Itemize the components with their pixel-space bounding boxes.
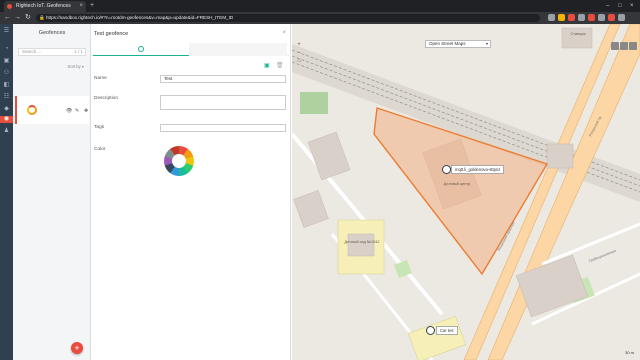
- tab-close-icon[interactable]: ×: [79, 1, 83, 12]
- url-text: https://sandbox.rightech.io/#?n=rootdm-g…: [46, 15, 234, 20]
- map-layer-value: Open Street Maps: [429, 41, 466, 46]
- panel-title: Geofences: [38, 30, 66, 36]
- dashboard-icon[interactable]: ◔: [3, 46, 10, 53]
- extension-icon[interactable]: [578, 14, 585, 21]
- station-label: Станция: [570, 32, 586, 36]
- minimize-icon[interactable]: –: [606, 0, 609, 12]
- name-input[interactable]: Test: [160, 75, 286, 83]
- map-toolbar: [611, 42, 637, 50]
- extension-icon[interactable]: [618, 14, 625, 21]
- geofences-panel: Geofences Search ... 1 / 1 Sort by ▾ 👁 ✎…: [13, 24, 91, 360]
- car-marker-label: Car tes: [436, 326, 458, 335]
- map-canvas: [292, 24, 640, 360]
- result-count: 1 / 1: [74, 49, 83, 54]
- extension-icon[interactable]: [598, 14, 605, 21]
- zoom-in-button[interactable]: +: [295, 41, 303, 49]
- add-geofence-button[interactable]: +: [71, 342, 83, 354]
- building: [307, 131, 351, 181]
- tab-title: Rightech IoT. Geofences: [16, 3, 71, 9]
- form-tabs: [91, 43, 291, 56]
- sort-dropdown[interactable]: Sort by ▾: [67, 64, 84, 69]
- building: [408, 316, 466, 360]
- description-label: Description: [94, 96, 118, 101]
- handlers-icon[interactable]: ☷: [3, 94, 10, 101]
- tags-label: Tags: [94, 125, 105, 130]
- back-icon[interactable]: ←: [4, 12, 11, 24]
- reload-icon[interactable]: ↻: [25, 12, 31, 24]
- description-textarea[interactable]: [160, 95, 286, 110]
- extension-icon[interactable]: [608, 14, 615, 21]
- lock-icon: 🔒: [39, 15, 45, 20]
- window-close-icon[interactable]: ×: [630, 0, 634, 12]
- zoom-out-button[interactable]: −: [295, 49, 303, 57]
- tab-general[interactable]: [93, 43, 189, 56]
- menu-icon[interactable]: ☰: [3, 28, 10, 35]
- edit-icon[interactable]: ✎: [75, 108, 79, 114]
- tags-input[interactable]: [160, 124, 286, 132]
- users-icon[interactable]: ♟: [3, 128, 10, 135]
- building: [347, 233, 375, 257]
- visibility-icon[interactable]: 👁: [66, 108, 72, 114]
- objects-icon[interactable]: ▣: [3, 58, 10, 65]
- zoom-reset-button[interactable]: ⌂: [295, 57, 303, 65]
- tags-icon[interactable]: ◆: [3, 106, 10, 113]
- browser-toolbar: ← → ↻ 🔒 https://sandbox.rightech.io/#?n=…: [0, 12, 640, 24]
- form-close-icon[interactable]: ×: [282, 30, 286, 36]
- geofence-color-icon: [27, 105, 37, 115]
- geofence-list-item[interactable]: 👁 ✎ ✥: [15, 96, 89, 124]
- search-input[interactable]: Search ... 1 / 1: [18, 48, 86, 56]
- color-picker-wheel[interactable]: [164, 146, 194, 176]
- tab-secondary[interactable]: [189, 43, 287, 56]
- maximize-icon[interactable]: □: [618, 0, 622, 12]
- extension-icon[interactable]: [568, 14, 575, 21]
- car-marker[interactable]: [426, 326, 435, 335]
- browser-tab[interactable]: Rightech IoT. Geofences ×: [4, 1, 86, 12]
- ruler-icon[interactable]: [629, 42, 637, 50]
- color-picker-center: [172, 154, 186, 168]
- extension-icon[interactable]: [588, 14, 595, 21]
- building: [561, 27, 593, 49]
- address-bar[interactable]: 🔒 https://sandbox.rightech.io/#?n=rootdm…: [36, 14, 540, 22]
- extension-icon[interactable]: [558, 14, 565, 21]
- extension-icons: [548, 14, 625, 22]
- building: [546, 143, 574, 169]
- object-marker[interactable]: [442, 165, 451, 174]
- park-area: [300, 92, 328, 114]
- app-sidebar: ☰ ◔ ▣ ⚇ ◧ ☷ ◆ ◉ ♟: [0, 24, 13, 360]
- favicon-icon: [7, 4, 12, 9]
- map-view[interactable]: Open Street Maps ▾ + − ⌂ mqtt.li_goldeno…: [292, 24, 640, 360]
- color-label: Color: [94, 147, 106, 152]
- geofences-icon[interactable]: ◉: [0, 116, 13, 123]
- save-icon[interactable]: ▣: [264, 62, 270, 69]
- settings-icon: [138, 46, 144, 52]
- search-placeholder: Search ...: [22, 49, 42, 54]
- zoom-control: + − ⌂: [295, 41, 303, 65]
- business-center-label: Деловой центр: [443, 182, 471, 186]
- extension-icon[interactable]: [548, 14, 555, 21]
- delete-icon[interactable]: 🗑: [276, 62, 284, 69]
- fullscreen-icon[interactable]: [611, 42, 619, 50]
- map-layer-select[interactable]: Open Street Maps ▾: [425, 40, 491, 48]
- layers-icon[interactable]: [620, 42, 628, 50]
- name-label: Name: [94, 76, 107, 81]
- new-tab-button[interactable]: +: [90, 1, 94, 11]
- chevron-down-icon: ▾: [485, 41, 488, 46]
- building: [293, 190, 329, 228]
- forward-icon[interactable]: →: [14, 12, 21, 24]
- move-icon[interactable]: ✥: [84, 108, 88, 114]
- kindergarten-label: Детский сад №1042: [344, 240, 380, 244]
- geofence-form: Test geofence × ▣ 🗑 Name Test Descriptio…: [91, 24, 291, 360]
- form-title: Test geofence: [94, 31, 129, 37]
- automaton-icon[interactable]: ◧: [3, 82, 10, 89]
- browser-tabbar: Rightech IoT. Geofences × + – □ ×: [0, 0, 640, 12]
- map-scale: 30 m: [625, 350, 634, 355]
- models-icon[interactable]: ⚇: [3, 70, 10, 77]
- object-marker-label: mqtt.li_goldenova-sttpnz: [451, 165, 505, 174]
- building: [515, 254, 589, 318]
